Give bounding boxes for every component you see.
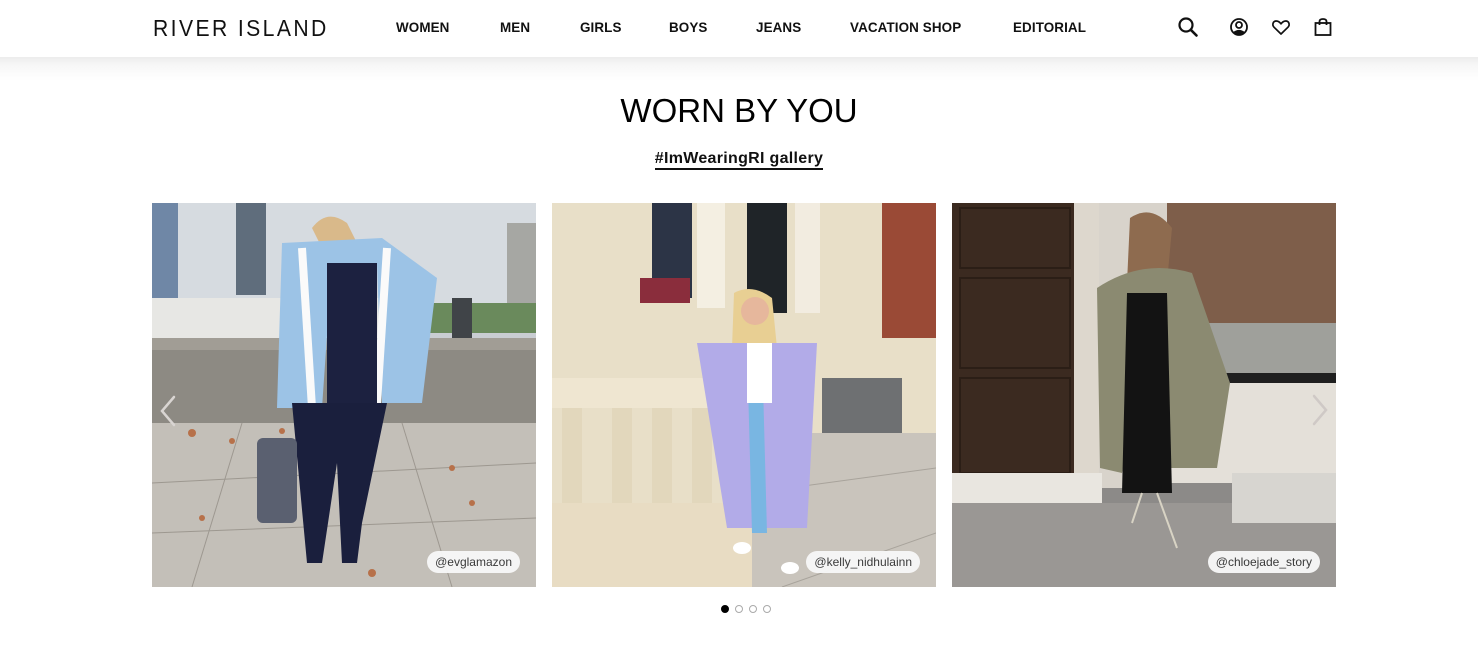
ugc-card[interactable]: @evglamazon — [152, 203, 536, 587]
chevron-left-icon[interactable] — [156, 391, 180, 431]
logo[interactable]: RIVER ISLAND — [153, 15, 329, 42]
nav-item-jeans[interactable]: JEANS — [756, 19, 801, 35]
account-icon[interactable] — [1228, 16, 1250, 38]
instagram-handle: @chloejade_story — [1207, 551, 1320, 573]
nav-item-vacation-shop[interactable]: VACATION SHOP — [850, 19, 961, 35]
nav-item-girls[interactable]: GIRLS — [580, 19, 622, 35]
pagination-dot-1[interactable] — [721, 605, 729, 613]
instagram-handle: @kelly_nidhulainn — [806, 551, 920, 573]
nav-item-men[interactable]: MEN — [500, 19, 530, 35]
ugc-card[interactable]: @kelly_nidhulainn — [552, 203, 936, 587]
ugc-photo — [952, 203, 1336, 587]
gallery-link-container: #ImWearingRI gallery — [0, 150, 1478, 170]
section-title: WORN BY YOU — [620, 92, 858, 129]
pagination-dot-2[interactable] — [735, 605, 743, 613]
shopping-bag-icon[interactable] — [1312, 16, 1334, 38]
ugc-card[interactable]: @chloejade_story — [952, 203, 1336, 587]
pagination-dot-4[interactable] — [763, 605, 771, 613]
search-icon[interactable] — [1177, 16, 1199, 38]
chevron-right-icon[interactable] — [1308, 390, 1332, 430]
instagram-handle: @evglamazon — [427, 551, 520, 573]
wishlist-heart-icon[interactable] — [1270, 16, 1292, 38]
nav-item-women[interactable]: WOMEN — [396, 19, 449, 35]
nav-item-boys[interactable]: BOYS — [669, 19, 707, 35]
ugc-photo — [152, 203, 536, 587]
nav-item-editorial[interactable]: EDITORIAL — [1013, 19, 1086, 35]
ugc-photo — [552, 203, 936, 587]
pagination-dot-3[interactable] — [749, 605, 757, 613]
carousel-pagination — [721, 605, 771, 615]
gallery-link[interactable]: #ImWearingRI gallery — [654, 150, 824, 170]
header-shadow — [0, 57, 1478, 81]
site-header: RIVER ISLAND WOMEN MEN GIRLS BOYS JEANS … — [0, 0, 1478, 57]
